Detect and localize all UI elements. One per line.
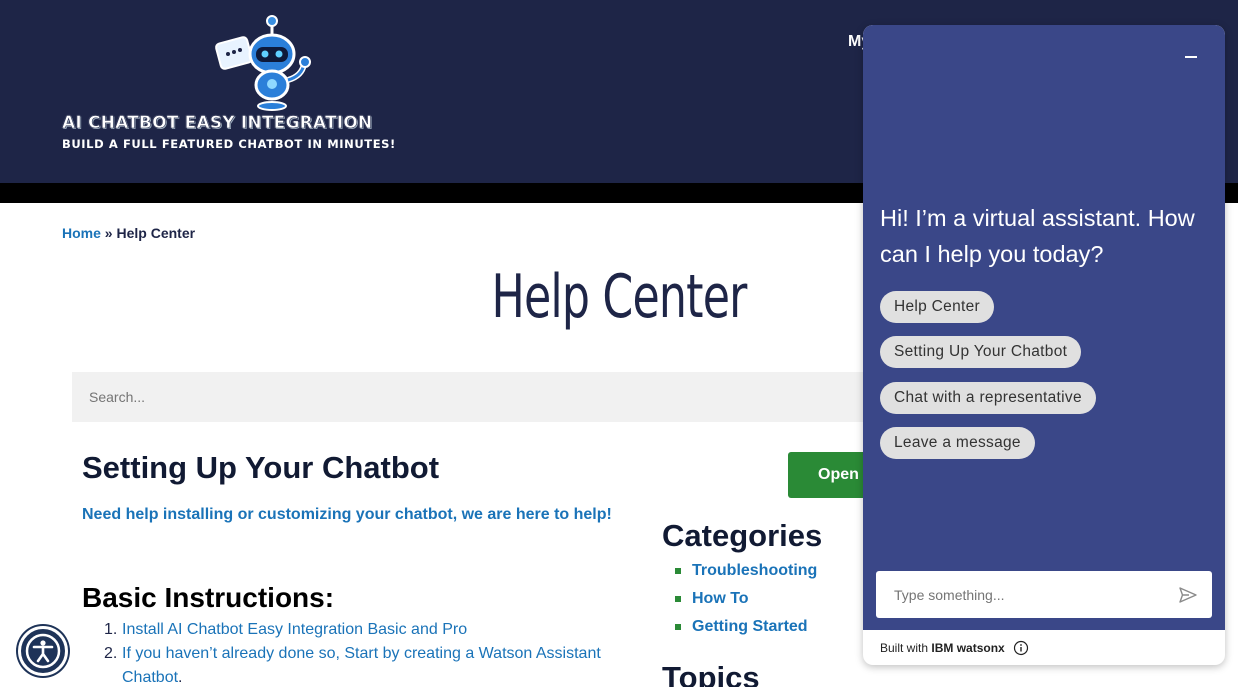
logo-title: AI CHATBOT EASY INTEGRATION: [62, 113, 373, 134]
search-input[interactable]: [72, 372, 892, 422]
chat-message-input[interactable]: [876, 571, 1166, 618]
category-troubleshooting[interactable]: Troubleshooting: [672, 560, 817, 588]
breadcrumb-home-link[interactable]: Home: [62, 225, 101, 241]
bullet-icon: [675, 624, 681, 630]
step-number: 1.: [104, 621, 118, 638]
bullet-icon: [675, 568, 681, 574]
accessibility-button[interactable]: [18, 626, 68, 676]
chat-footer: Built with IBM watsonx: [880, 641, 1005, 655]
robot-mascot-icon: [215, 15, 311, 111]
chat-greeting: Hi! I’m a virtual assistant. How can I h…: [880, 205, 1195, 267]
page: AI CHATBOT EASY INTEGRATION BUILD A FULL…: [0, 0, 1238, 687]
list-item: 2. If you haven’t already done so, Start…: [104, 642, 622, 687]
footer-prefix: Built with: [880, 641, 932, 655]
category-getting-started[interactable]: Getting Started: [672, 616, 817, 644]
list-item: 1. Install AI Chatbot Easy Integration B…: [104, 618, 622, 642]
instruction-list: 1. Install AI Chatbot Easy Integration B…: [104, 618, 622, 687]
chat-option-help-center[interactable]: Help Center: [880, 291, 995, 323]
categories-title: Categories: [662, 518, 823, 553]
minimize-icon[interactable]: [1180, 47, 1202, 67]
footer-brand: IBM watsonx: [931, 641, 1005, 655]
chat-option-representative[interactable]: Chat with a representative: [880, 382, 1096, 414]
category-label: Troubleshooting: [692, 562, 818, 579]
bullet-icon: [675, 596, 681, 602]
step-link[interactable]: If you haven’t already done so, Start by…: [122, 645, 601, 686]
chat-option-setting-up[interactable]: Setting Up Your Chatbot: [880, 336, 1082, 368]
accessibility-icon: [25, 633, 61, 669]
category-label: Getting Started: [692, 618, 808, 635]
step-period: .: [178, 669, 183, 686]
send-icon[interactable]: [1178, 585, 1198, 605]
chat-panel: Hi! I’m a virtual assistant. How can I h…: [863, 25, 1225, 630]
categories-list: Troubleshooting How To Getting Started: [672, 560, 817, 644]
chat-option-leave-message[interactable]: Leave a message: [880, 427, 1035, 459]
logo-tagline: BUILD A FULL FEATURED CHATBOT IN MINUTES…: [62, 137, 396, 151]
chat-widget: Hi! I’m a virtual assistant. How can I h…: [863, 25, 1225, 665]
intro-text: Need help installing or customizing your…: [82, 506, 612, 523]
topics-title: Topics: [662, 660, 760, 687]
basic-instructions-title: Basic Instructions:: [82, 582, 335, 613]
breadcrumb: Home » Help Center: [62, 225, 195, 241]
breadcrumb-separator: »: [104, 225, 113, 241]
step-number: 2.: [104, 645, 118, 662]
section-title: Setting Up Your Chatbot: [82, 450, 440, 485]
step-link[interactable]: Install AI Chatbot Easy Integration Basi…: [122, 621, 467, 638]
chat-input-container: [876, 571, 1212, 618]
category-how-to[interactable]: How To: [672, 588, 817, 616]
category-label: How To: [692, 590, 749, 607]
site-logo[interactable]: AI CHATBOT EASY INTEGRATION BUILD A FULL…: [60, 14, 395, 159]
info-icon[interactable]: [1013, 640, 1029, 656]
breadcrumb-current: Help Center: [116, 225, 196, 241]
